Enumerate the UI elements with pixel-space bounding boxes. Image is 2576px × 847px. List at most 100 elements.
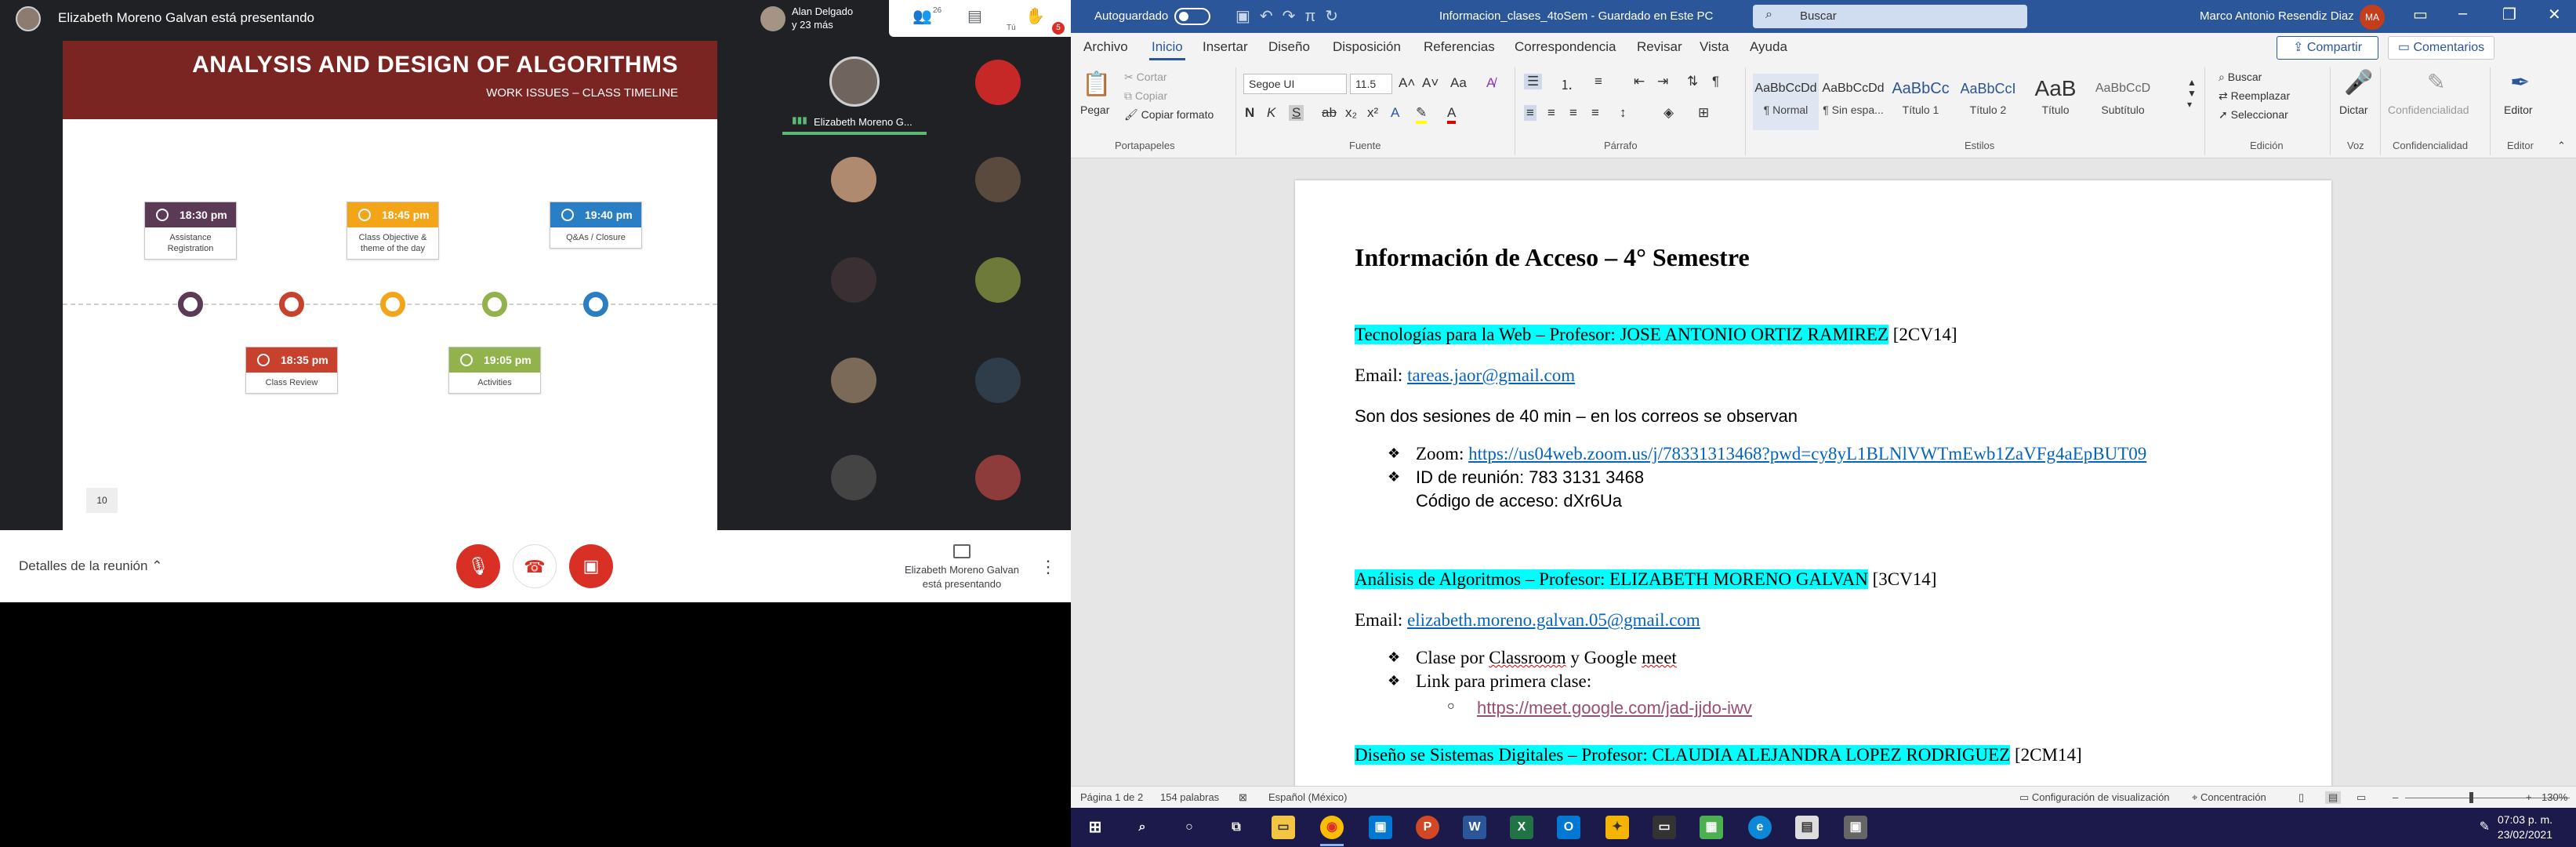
app-icon[interactable]: ▣ (1844, 816, 1867, 839)
system-clock[interactable]: 07:03 p. m. 23/02/2021 (2498, 812, 2552, 842)
edge-icon[interactable]: e (1748, 816, 1772, 839)
zoom-level[interactable]: 130% (2542, 791, 2567, 803)
app-icon[interactable]: ▤ (1795, 816, 1819, 839)
word-icon[interactable]: W (1463, 816, 1486, 839)
store-icon[interactable]: ▣ (1369, 816, 1392, 839)
subscript-icon[interactable]: x₂ (1345, 105, 1357, 121)
editor-icon[interactable]: ✒ (2510, 69, 2530, 96)
hand-icon[interactable]: ✋ (1025, 6, 1045, 26)
decrease-indent-icon[interactable]: ⇤ (1634, 74, 1645, 89)
microphone-icon[interactable]: 🎤 (2344, 69, 2373, 96)
font-color-icon[interactable]: A (1447, 105, 1457, 124)
tab-correspondencia[interactable]: Correspondencia (1515, 39, 1616, 55)
read-mode-icon[interactable]: ▯ (2298, 791, 2304, 804)
more-options-icon[interactable]: ⋮ (1039, 557, 1057, 577)
zoom-link[interactable]: https://us04web.zoom.us/j/78331313468?pw… (1468, 444, 2146, 463)
file-explorer-icon[interactable]: ▭ (1272, 816, 1295, 839)
email-link[interactable]: elizabeth.moreno.galvan.05@gmail.com (1407, 610, 1700, 630)
email-link[interactable]: tareas.jaor@gmail.com (1407, 365, 1575, 385)
shading-icon[interactable]: ◈ (1664, 105, 1674, 121)
underline-icon[interactable]: S (1289, 105, 1304, 121)
highlight-icon[interactable]: ✎ (1416, 105, 1428, 124)
participant-tile[interactable] (927, 336, 1069, 434)
page-count[interactable]: Página 1 de 2 (1080, 791, 1143, 803)
font-name-select[interactable]: Segoe UI (1243, 74, 1347, 94)
people-icon[interactable]: 👥 (912, 6, 932, 26)
style-title[interactable]: AaB Título (2023, 74, 2088, 130)
align-right-icon[interactable]: ≡ (1569, 105, 1577, 121)
save-icon[interactable]: ▣ (1235, 8, 1260, 25)
app-grid-icon[interactable]: ▦ (1700, 816, 1723, 839)
styles-scroll-icon[interactable]: ▲ ▼ ▾ (2187, 77, 2197, 110)
grow-font-icon[interactable]: A˄ (1399, 75, 1415, 91)
replace-button[interactable]: ⇄ Reemplazar (2219, 89, 2290, 103)
tab-vista[interactable]: Vista (1700, 39, 1729, 55)
find-button[interactable]: ⌕ Buscar (2219, 71, 2262, 84)
paste-icon[interactable]: 📋 (1082, 71, 1111, 98)
bullets-icon[interactable]: ☰ (1524, 74, 1543, 89)
outlook-icon[interactable]: O (1557, 816, 1580, 839)
comments-button[interactable]: ▭ Comentarios (2388, 36, 2494, 60)
borders-icon[interactable]: ⊞ (1698, 105, 1709, 121)
restore-icon[interactable]: ❐ (2502, 5, 2516, 24)
select-button[interactable]: ➚ Seleccionar (2219, 108, 2288, 122)
excel-icon[interactable]: X (1510, 816, 1533, 839)
zoom-in-icon[interactable]: + (2526, 791, 2532, 803)
participant-tile[interactable] (927, 433, 1069, 531)
zoom-slider-thumb[interactable] (2469, 792, 2473, 803)
ribbon-display-icon[interactable]: ▭ (2413, 5, 2428, 24)
powerpoint-icon[interactable]: P (1416, 816, 1439, 839)
chat-icon[interactable]: ▤ (967, 6, 982, 26)
clear-format-icon[interactable]: A̸ (1486, 75, 1495, 91)
document-page[interactable]: Información de Acceso – 4° Semestre Tecn… (1295, 180, 2331, 786)
style-subtitle[interactable]: AaBbCcD Subtítulo (2090, 74, 2156, 130)
user-name[interactable]: Marco Antonio Resendiz Diaz (2200, 9, 2354, 23)
participant-tile[interactable] (782, 336, 925, 434)
tab-referencias[interactable]: Referencias (1424, 39, 1495, 55)
tab-revisar[interactable]: Revisar (1637, 39, 1682, 55)
change-case-icon[interactable]: Aa (1450, 75, 1467, 91)
dictate-button[interactable]: Dictar (2339, 104, 2368, 116)
minimize-icon[interactable]: – (2458, 5, 2467, 23)
web-layout-icon[interactable]: ▭ (2356, 791, 2366, 804)
meet-link[interactable]: https://meet.google.com/jad-jjdo-iwv (1477, 698, 1752, 718)
bold-icon[interactable]: N (1245, 105, 1254, 121)
copy-button[interactable]: ⧉ Copiar (1124, 89, 1167, 103)
tab-insertar[interactable]: Insertar (1203, 39, 1248, 55)
user-avatar[interactable]: MA (2360, 5, 2385, 30)
participant-tile[interactable] (782, 433, 925, 531)
superscript-icon[interactable]: x² (1367, 105, 1378, 121)
pen-icon[interactable]: ✎ (2480, 819, 2490, 834)
sort-icon[interactable]: ⇅ (1687, 74, 1698, 89)
paste-button[interactable]: Pegar (1080, 104, 1109, 116)
numbering-icon[interactable]: ⒈ (1560, 74, 1573, 93)
tab-diseno[interactable]: Diseño (1268, 39, 1310, 55)
sticky-icon[interactable]: ✦ (1605, 816, 1629, 839)
format-painter-button[interactable]: 🖌 Copiar formato (1124, 108, 1214, 122)
cut-button[interactable]: ✂ Cortar (1124, 71, 1167, 84)
editor-button[interactable]: Editor (2504, 104, 2533, 116)
search-box[interactable]: ⌕ Buscar (1753, 5, 2027, 28)
pilcrow-icon[interactable]: ¶ (1712, 74, 1719, 89)
share-button[interactable]: ⇪ Compartir (2277, 36, 2378, 60)
redo-icon[interactable]: ↷ (1283, 8, 1305, 25)
pi-icon[interactable]: π (1304, 8, 1325, 25)
tab-disposicion[interactable]: Disposición (1333, 39, 1401, 55)
increase-indent-icon[interactable]: ⇥ (1657, 74, 1668, 89)
cortana-icon[interactable]: ○ (1177, 816, 1201, 839)
proofing-icon[interactable]: ⊠ (1239, 791, 1247, 804)
autosave-toggle[interactable] (1174, 8, 1210, 25)
multilevel-icon[interactable]: ≡ (1595, 74, 1602, 89)
windows-start-icon[interactable]: ⊞ (1083, 816, 1107, 839)
close-icon[interactable]: ✕ (2548, 5, 2561, 24)
strike-icon[interactable]: ab (1322, 105, 1337, 121)
style-no-spacing[interactable]: AaBbCcDd ¶ Sin espa... (1820, 74, 1886, 130)
zoom-out-icon[interactable]: – (2393, 791, 2398, 803)
search-icon[interactable]: ⌕ (1130, 816, 1154, 839)
style-heading1[interactable]: AaBbCc Título 1 (1888, 74, 1954, 130)
print-layout-icon[interactable]: ▤ (2325, 791, 2342, 804)
terminal-icon[interactable]: ▭ (1653, 816, 1676, 839)
collapse-ribbon-icon[interactable]: ⌃ (2557, 140, 2566, 152)
display-settings[interactable]: ▭ Configuración de visualización (2019, 791, 2170, 804)
tab-archivo[interactable]: Archivo (1083, 39, 1128, 55)
